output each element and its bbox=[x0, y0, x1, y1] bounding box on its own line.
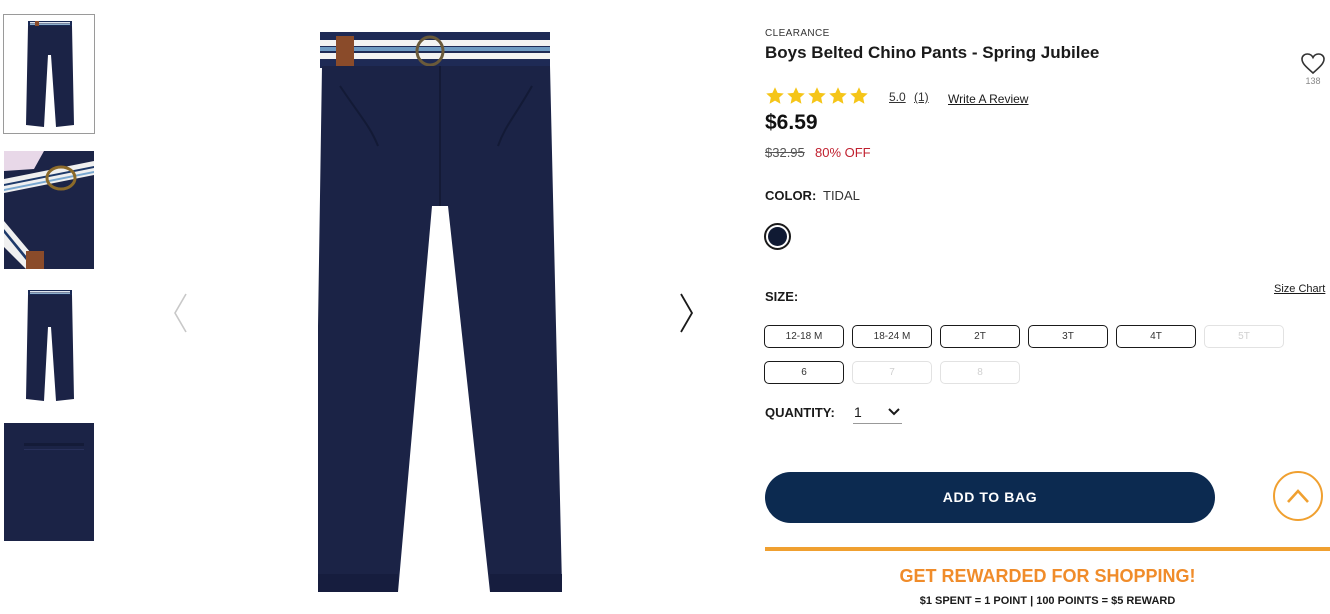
thumbnail-front-view[interactable] bbox=[3, 14, 95, 134]
chevron-left-icon[interactable] bbox=[170, 290, 190, 336]
thumbnail-back-view[interactable] bbox=[4, 287, 94, 405]
clearance-badge: CLEARANCE bbox=[765, 28, 830, 39]
size-option[interactable]: 18-24 M bbox=[852, 325, 932, 348]
size-chart-link[interactable]: Size Chart bbox=[1274, 283, 1325, 295]
size-option[interactable]: 2T bbox=[940, 325, 1020, 348]
size-option[interactable]: 12-18 M bbox=[764, 325, 844, 348]
reward-title: GET REWARDED FOR SHOPPING! bbox=[899, 566, 1196, 586]
size-option-disabled: 5T bbox=[1204, 325, 1284, 348]
star-icon bbox=[829, 87, 847, 104]
size-option-disabled: 8 bbox=[940, 361, 1020, 384]
rating-stars bbox=[765, 86, 869, 106]
star-icon bbox=[850, 87, 868, 104]
rating-count[interactable]: (1) bbox=[914, 90, 929, 104]
size-option[interactable]: 6 bbox=[764, 361, 844, 384]
rating-value[interactable]: 5.0 bbox=[889, 90, 906, 104]
star-icon bbox=[766, 87, 784, 104]
thumbnail-pocket-closeup[interactable] bbox=[4, 423, 94, 541]
reward-subtitle: $1 SPENT = 1 POINT | 100 POINTS = $5 REW… bbox=[919, 595, 1176, 607]
favorite-button[interactable]: 138 bbox=[1298, 53, 1328, 86]
size-label: SIZE: bbox=[765, 289, 799, 304]
favorite-count: 138 bbox=[1305, 76, 1321, 86]
swatch-fill bbox=[768, 227, 787, 246]
chevron-right-icon[interactable] bbox=[676, 290, 696, 336]
color-swatch-tidal[interactable] bbox=[764, 223, 791, 250]
heart-icon bbox=[1301, 53, 1325, 75]
reward-divider bbox=[765, 547, 1330, 551]
quantity-select[interactable]: 1 bbox=[853, 402, 902, 424]
chevron-down-icon bbox=[888, 408, 900, 416]
thumbnail-belt-closeup[interactable] bbox=[4, 151, 94, 269]
original-price: $32.95 bbox=[765, 145, 805, 160]
chevron-up-icon bbox=[1287, 489, 1309, 503]
write-review-link[interactable]: Write A Review bbox=[948, 92, 1028, 106]
star-icon bbox=[787, 87, 805, 104]
size-option[interactable]: 4T bbox=[1116, 325, 1196, 348]
size-option[interactable]: 3T bbox=[1028, 325, 1108, 348]
star-icon bbox=[808, 87, 826, 104]
scroll-to-top-button[interactable] bbox=[1273, 471, 1323, 521]
quantity-value: 1 bbox=[854, 404, 862, 420]
product-title: Boys Belted Chino Pants - Spring Jubilee bbox=[765, 43, 1100, 62]
color-value: TIDAL bbox=[823, 188, 860, 203]
quantity-label: QUANTITY: bbox=[765, 405, 835, 420]
sale-price: $6.59 bbox=[765, 111, 818, 134]
color-label: COLOR: bbox=[765, 188, 817, 203]
add-to-bag-button[interactable]: ADD TO BAG bbox=[765, 472, 1215, 523]
discount-label: 80% OFF bbox=[815, 145, 871, 160]
size-option-disabled: 7 bbox=[852, 361, 932, 384]
product-main-image bbox=[300, 26, 570, 600]
